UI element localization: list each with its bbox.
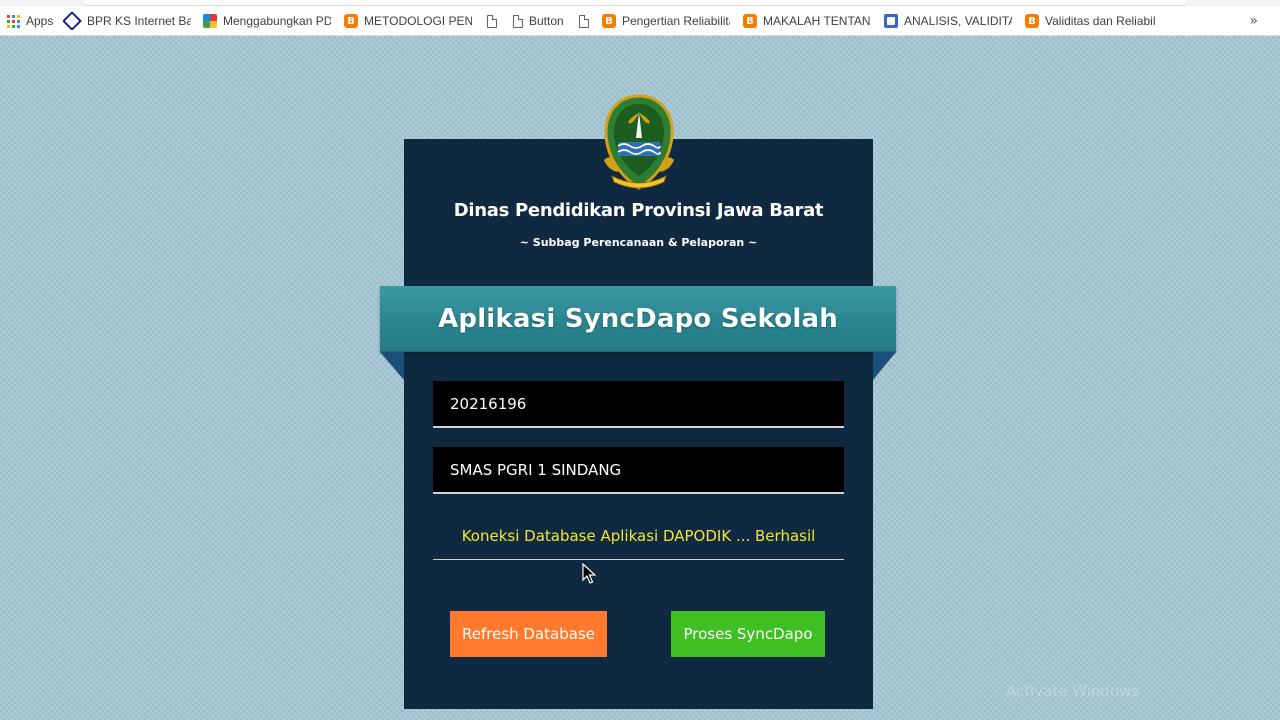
blogger-icon: B: [344, 14, 358, 28]
org-subtitle: ~ Subbag Perencanaan & Pelaporan ~: [519, 236, 758, 249]
bookmark-analisis-validitas[interactable]: ANALISIS, VALIDITAS,: [884, 12, 1012, 30]
bookmarks-overflow-chevron-icon[interactable]: »: [1249, 13, 1258, 29]
bookmark-label: METODOLOGI PENEL: [364, 14, 472, 28]
blogger-icon: B: [602, 14, 616, 28]
proses-syncdapo-button[interactable]: Proses SyncDapo: [671, 611, 825, 657]
bookmark-metodologi[interactable]: B METODOLOGI PENEL: [344, 12, 472, 30]
ribbon-fold-left: [380, 352, 404, 380]
pdf-merge-icon: [203, 14, 217, 28]
bookmark-label: Apps: [26, 14, 54, 28]
google-docs-icon: [884, 14, 898, 28]
apps-grid-icon: [7, 14, 20, 28]
ribbon-fold-right: [873, 352, 896, 380]
bookmark-validitas-reliabilitas[interactable]: B Validitas dan Reliabilit: [1025, 12, 1155, 30]
app-title-ribbon: Aplikasi SyncDapo Sekolah: [380, 286, 896, 352]
bookmark-label: Button: [529, 14, 564, 28]
org-title: Dinas Pendidikan Provinsi Jawa Barat: [453, 200, 824, 221]
bookmark-document-2[interactable]: [579, 12, 593, 30]
school-name-input[interactable]: [433, 447, 844, 494]
document-icon: [487, 14, 497, 28]
bookmark-button[interactable]: Button: [513, 12, 573, 30]
bank-diamond-icon: [63, 12, 82, 30]
bookmark-label: ANALISIS, VALIDITAS,: [904, 14, 1012, 28]
jawa-barat-emblem-icon: [604, 94, 674, 190]
bookmark-label: BPR KS Internet Bank: [87, 14, 191, 28]
bookmark-apps[interactable]: Apps: [7, 12, 57, 30]
blogger-icon: B: [1025, 14, 1039, 28]
bookmark-label: MAKALAH TENTANG: [763, 14, 871, 28]
bookmark-label: Menggabungkan PDF: [223, 14, 331, 28]
activate-windows-watermark: Activate Windows: [1006, 682, 1140, 700]
bookmark-label: Validitas dan Reliabilit: [1045, 14, 1155, 28]
app-title: Aplikasi SyncDapo Sekolah: [438, 303, 838, 334]
document-icon: [513, 14, 523, 28]
bookmarks-bar: Apps BPR KS Internet Bank Menggabungkan …: [0, 6, 1280, 36]
connection-status-text: Koneksi Database Aplikasi DAPODIK ... Be…: [433, 516, 844, 560]
bookmark-document-1[interactable]: [487, 12, 501, 30]
bookmark-makalah-tentang[interactable]: B MAKALAH TENTANG: [743, 12, 871, 30]
mouse-pointer-icon: [582, 563, 596, 584]
document-icon: [579, 14, 589, 28]
blogger-icon: B: [743, 14, 757, 28]
bookmark-pengertian-reliabilitas[interactable]: B Pengertian Reliabilitas: [602, 12, 730, 30]
bookmark-bpr-ks[interactable]: BPR KS Internet Bank: [63, 12, 191, 30]
bookmark-label: Pengertian Reliabilitas: [622, 14, 730, 28]
refresh-database-button[interactable]: Refresh Database: [450, 611, 607, 657]
bookmark-menggabungkan-pdf[interactable]: Menggabungkan PDF: [203, 12, 331, 30]
npsn-input[interactable]: [433, 381, 844, 428]
